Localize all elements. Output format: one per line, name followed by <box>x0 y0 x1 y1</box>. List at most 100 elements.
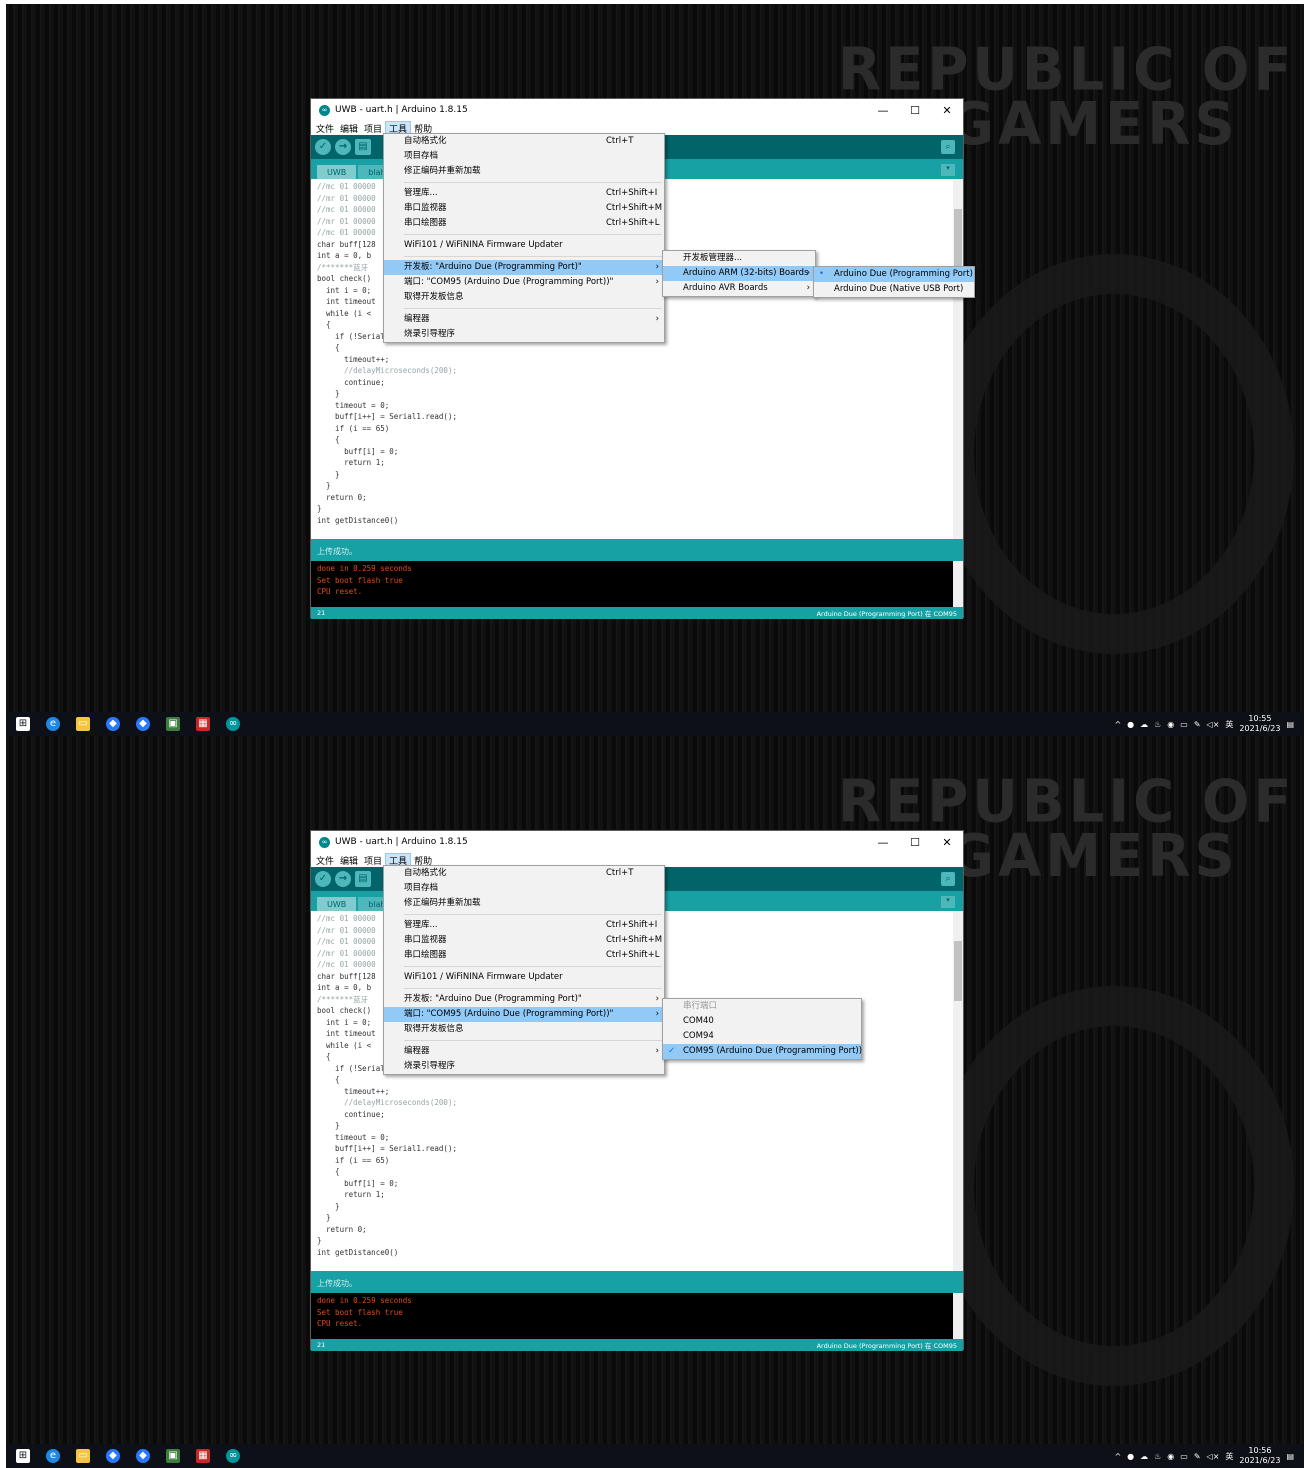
app-icon[interactable]: ▣ <box>166 717 180 731</box>
tools-menu-item[interactable]: 项目存档 <box>384 149 664 164</box>
maximize-button[interactable]: ☐ <box>899 836 931 849</box>
tab-uwb[interactable]: UWB <box>317 897 357 911</box>
port-com95[interactable]: ✓ COM95 (Arduino Due (Programming Port)) <box>663 1044 862 1059</box>
tray-icon[interactable]: ● <box>1127 1452 1134 1461</box>
app-icon[interactable]: ◆ <box>136 1449 150 1463</box>
edge-icon[interactable]: e <box>46 1449 60 1463</box>
tools-menu-item[interactable]: 烧录引导程序 <box>384 1059 664 1074</box>
notification-icon[interactable]: ▤ <box>1286 720 1294 729</box>
tools-menu-item[interactable]: 编程器 › <box>384 312 664 327</box>
explorer-icon[interactable]: ▭ <box>76 717 90 731</box>
close-button[interactable]: ✕ <box>931 836 963 849</box>
app-icon[interactable]: ◆ <box>106 1449 120 1463</box>
minimize-button[interactable]: — <box>867 836 899 849</box>
menu-edit[interactable]: 编辑 <box>337 854 361 867</box>
cloud-icon[interactable]: ☁ <box>1140 1452 1148 1461</box>
board-manager-item[interactable]: 开发板管理器... <box>663 251 815 266</box>
tools-menu-item[interactable]: 管理库... Ctrl+Shift+I <box>384 918 664 933</box>
tray-icon[interactable]: ◉ <box>1167 1452 1174 1461</box>
tools-menu-item[interactable]: 自动格式化 Ctrl+T <box>384 866 664 881</box>
scrollbar-thumb[interactable] <box>954 941 962 1001</box>
tools-menu-item[interactable]: 开发板: "Arduino Due (Programming Port)" › <box>384 260 664 275</box>
editor-scrollbar[interactable] <box>953 179 963 539</box>
editor-scrollbar[interactable] <box>953 911 963 1271</box>
board-due-native[interactable]: Arduino Due (Native USB Port) <box>814 282 974 297</box>
pen-icon[interactable]: ✎ <box>1194 720 1201 729</box>
tools-menu-item[interactable]: WiFi101 / WiFiNINA Firmware Updater <box>384 238 664 253</box>
verify-icon[interactable]: ✓ <box>315 139 331 155</box>
tools-menu-item[interactable]: 端口: "COM95 (Arduino Due (Programming Por… <box>384 1007 664 1022</box>
minimize-button[interactable]: — <box>867 104 899 117</box>
tools-menu-item[interactable]: 取得开发板信息 <box>384 290 664 305</box>
tools-menu-item[interactable]: 编程器 › <box>384 1044 664 1059</box>
menu-sketch[interactable]: 项目 <box>361 122 385 135</box>
network-icon[interactable]: ▭ <box>1180 1452 1188 1461</box>
tray-icon[interactable]: ♨ <box>1154 720 1161 729</box>
network-icon[interactable]: ▭ <box>1180 720 1188 729</box>
tab-uwb[interactable]: UWB <box>317 165 357 179</box>
serial-monitor-icon[interactable]: ⌕ <box>941 872 955 886</box>
tools-menu-item[interactable]: 开发板: "Arduino Due (Programming Port)" › <box>384 992 664 1007</box>
port-com40[interactable]: COM40 <box>663 1014 861 1029</box>
tools-menu-item[interactable]: 串口监视器 Ctrl+Shift+M <box>384 933 664 948</box>
volume-icon[interactable]: ◁× <box>1207 1452 1220 1461</box>
verify-icon[interactable]: ✓ <box>315 871 331 887</box>
new-icon[interactable]: ▤ <box>355 139 371 155</box>
tools-menu-item[interactable]: 项目存档 <box>384 881 664 896</box>
arduino-taskbar-icon[interactable]: ∞ <box>226 717 240 731</box>
upload-icon[interactable]: → <box>335 871 351 887</box>
tray-icon[interactable]: ◉ <box>1167 720 1174 729</box>
tools-menu-item[interactable]: 烧录引导程序 <box>384 327 664 342</box>
ime-indicator[interactable]: 英 <box>1225 719 1233 730</box>
tools-menu-item[interactable]: WiFi101 / WiFiNINA Firmware Updater <box>384 970 664 985</box>
menu-edit[interactable]: 编辑 <box>337 122 361 135</box>
menu-file[interactable]: 文件 <box>313 122 337 135</box>
tools-menu-item[interactable]: 管理库... Ctrl+Shift+I <box>384 186 664 201</box>
menu-file[interactable]: 文件 <box>313 854 337 867</box>
clock[interactable]: 10:56 2021/6/23 <box>1239 1446 1280 1466</box>
app-icon[interactable]: ◆ <box>106 717 120 731</box>
tools-menu-item[interactable]: 串口监视器 Ctrl+Shift+M <box>384 201 664 216</box>
serial-monitor-icon[interactable]: ⌕ <box>941 140 955 154</box>
console-scrollbar[interactable] <box>953 561 963 607</box>
tab-menu-icon[interactable]: ▾ <box>941 164 955 176</box>
new-icon[interactable]: ▤ <box>355 871 371 887</box>
menu-sketch[interactable]: 项目 <box>361 854 385 867</box>
port-com94[interactable]: COM94 <box>663 1029 861 1044</box>
tools-menu-item[interactable]: 取得开发板信息 <box>384 1022 664 1037</box>
explorer-icon[interactable]: ▭ <box>76 1449 90 1463</box>
upload-icon[interactable]: → <box>335 139 351 155</box>
start-icon[interactable]: ⊞ <box>16 1449 30 1463</box>
chevron-up-icon[interactable]: ^ <box>1114 1452 1121 1461</box>
app-icon[interactable]: ◆ <box>136 717 150 731</box>
tools-menu-item[interactable]: 串口绘图器 Ctrl+Shift+L <box>384 216 664 231</box>
pen-icon[interactable]: ✎ <box>1194 1452 1201 1461</box>
arm-boards-item[interactable]: Arduino ARM (32-bits) Boards › <box>663 266 815 281</box>
start-icon[interactable]: ⊞ <box>16 717 30 731</box>
scrollbar-thumb[interactable] <box>954 209 962 269</box>
tools-menu-item[interactable]: 修正编码并重新加载 <box>384 896 664 911</box>
tools-menu-item[interactable]: 修正编码并重新加载 <box>384 164 664 179</box>
console-scrollbar[interactable] <box>953 1293 963 1339</box>
arduino-taskbar-icon[interactable]: ∞ <box>226 1449 240 1463</box>
avr-boards-item[interactable]: Arduino AVR Boards › <box>663 281 815 296</box>
chevron-up-icon[interactable]: ^ <box>1114 720 1121 729</box>
app-icon[interactable]: ▦ <box>196 717 210 731</box>
volume-icon[interactable]: ◁× <box>1207 720 1220 729</box>
board-due-programming[interactable]: • Arduino Due (Programming Port) <box>814 267 974 282</box>
maximize-button[interactable]: ☐ <box>899 104 931 117</box>
notification-icon[interactable]: ▤ <box>1286 1452 1294 1461</box>
tray-icon[interactable]: ♨ <box>1154 1452 1161 1461</box>
tools-menu-item[interactable]: 端口: "COM95 (Arduino Due (Programming Por… <box>384 275 664 290</box>
clock[interactable]: 10:55 2021/6/23 <box>1239 714 1280 734</box>
app-icon[interactable]: ▣ <box>166 1449 180 1463</box>
app-icon[interactable]: ▦ <box>196 1449 210 1463</box>
close-button[interactable]: ✕ <box>931 104 963 117</box>
tab-menu-icon[interactable]: ▾ <box>941 896 955 908</box>
edge-icon[interactable]: e <box>46 717 60 731</box>
tools-menu-item[interactable]: 串口绘图器 Ctrl+Shift+L <box>384 948 664 963</box>
ime-indicator[interactable]: 英 <box>1225 1451 1233 1462</box>
tools-menu-item[interactable]: 自动格式化 Ctrl+T <box>384 134 664 149</box>
cloud-icon[interactable]: ☁ <box>1140 720 1148 729</box>
tray-icon[interactable]: ● <box>1127 720 1134 729</box>
